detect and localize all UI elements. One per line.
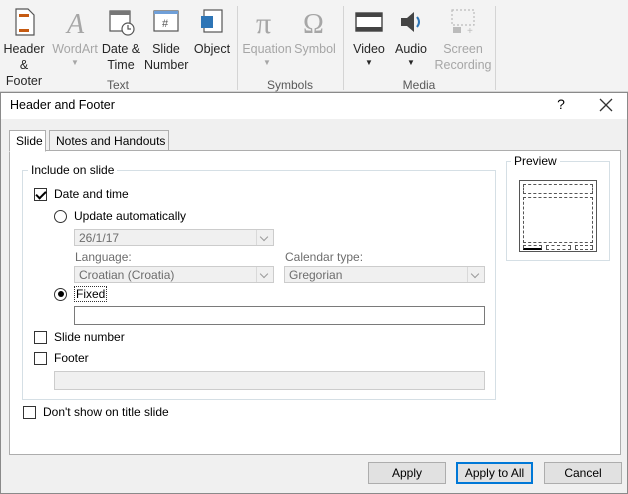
apply-button[interactable]: Apply bbox=[368, 462, 446, 484]
date-format-select[interactable]: 26/1/17 bbox=[74, 229, 274, 246]
object-label: Object bbox=[193, 42, 231, 56]
date-time-checkbox[interactable] bbox=[34, 187, 47, 201]
text-group-label: Text bbox=[106, 78, 129, 92]
group-divider bbox=[495, 6, 496, 90]
date-time-checkbox-label: Date and time bbox=[54, 187, 129, 201]
svg-text:Ω: Ω bbox=[303, 9, 324, 38]
dont-show-title-label: Don't show on title slide bbox=[43, 405, 169, 419]
slide-tab-panel: Include on slide Date and time Update au… bbox=[9, 150, 621, 455]
screen-recording-label: Screen Recording bbox=[434, 42, 492, 72]
close-icon[interactable] bbox=[597, 96, 615, 114]
language-select[interactable]: Croatian (Croatia) bbox=[74, 266, 274, 283]
preview-number-placeholder bbox=[575, 245, 593, 250]
object-icon bbox=[201, 9, 223, 33]
omega-icon: Ω bbox=[303, 9, 324, 38]
footer-text-input[interactable] bbox=[54, 371, 485, 390]
wordart-icon: A bbox=[65, 9, 85, 38]
fixed-radio-label: Fixed bbox=[74, 286, 108, 302]
date-time-label: Date & Time bbox=[101, 42, 141, 72]
screen-recording-icon: + bbox=[451, 9, 475, 37]
preview-date-placeholder bbox=[523, 245, 542, 250]
preview-footer-placeholder bbox=[546, 245, 571, 250]
wordart-label: WordArt bbox=[52, 42, 98, 56]
slide-number-checkbox-label: Slide number bbox=[54, 330, 125, 344]
chevron-down-icon: ▼ bbox=[365, 58, 373, 67]
video-button[interactable]: Video ▼ bbox=[348, 6, 390, 67]
slide-number-icon: # bbox=[153, 10, 179, 32]
dialog-titlebar: Header and Footer ? bbox=[1, 93, 627, 119]
svg-text:A: A bbox=[65, 9, 85, 38]
include-on-slide-group: Include on slide Date and time Update au… bbox=[22, 163, 496, 400]
svg-text:#: # bbox=[162, 18, 169, 30]
calendar-type-value: Gregorian bbox=[289, 268, 343, 282]
svg-text:π: π bbox=[256, 7, 271, 38]
chevron-down-icon bbox=[256, 267, 273, 282]
ribbon: Header & Footer A WordArt ▼ Date & Time … bbox=[0, 0, 628, 92]
header-footer-dialog: Header and Footer ? Slide Notes and Hand… bbox=[0, 92, 628, 494]
update-auto-radio-row[interactable]: Update automatically bbox=[54, 209, 186, 223]
header-footer-icon bbox=[15, 8, 35, 36]
apply-to-all-button[interactable]: Apply to All bbox=[456, 462, 533, 484]
chevron-down-icon bbox=[256, 230, 273, 245]
equation-button[interactable]: π Equation ▼ bbox=[242, 6, 292, 67]
slide-number-checkbox[interactable] bbox=[34, 330, 47, 344]
svg-text:+: + bbox=[467, 26, 473, 37]
fixed-radio[interactable] bbox=[54, 287, 67, 301]
fixed-radio-row[interactable]: Fixed bbox=[54, 286, 108, 302]
footer-checkbox[interactable] bbox=[34, 351, 47, 365]
film-icon bbox=[355, 12, 383, 32]
header-footer-button[interactable]: Header & Footer bbox=[2, 6, 46, 89]
preview-title-placeholder bbox=[523, 184, 593, 194]
date-format-value: 26/1/17 bbox=[79, 231, 120, 245]
pi-icon: π bbox=[256, 7, 271, 38]
preview-box: Preview bbox=[506, 154, 610, 261]
screen-recording-button[interactable]: + Screen Recording bbox=[434, 6, 492, 73]
slide-number-checkbox-row[interactable]: Slide number bbox=[34, 330, 125, 344]
include-group-title: Include on slide bbox=[28, 163, 118, 177]
language-label: Language: bbox=[75, 250, 132, 264]
cancel-button[interactable]: Cancel bbox=[544, 462, 622, 484]
tab-notes-handouts[interactable]: Notes and Handouts bbox=[49, 130, 169, 151]
dialog-title: Header and Footer bbox=[10, 98, 115, 112]
update-auto-radio[interactable] bbox=[54, 209, 67, 223]
calendar-type-select[interactable]: Gregorian bbox=[284, 266, 485, 283]
object-button[interactable]: Object bbox=[192, 6, 232, 57]
wordart-button[interactable]: A WordArt ▼ bbox=[50, 6, 100, 67]
chevron-down-icon: ▼ bbox=[407, 58, 415, 67]
slide-preview-thumbnail bbox=[519, 180, 597, 252]
media-group-label: Media bbox=[402, 78, 436, 92]
preview-body-placeholder bbox=[523, 197, 593, 243]
dont-show-title-checkbox[interactable] bbox=[23, 405, 36, 419]
calendar-type-label: Calendar type: bbox=[285, 250, 364, 264]
chevron-down-icon: ▼ bbox=[71, 58, 79, 67]
slide-number-label: Slide Number bbox=[144, 42, 189, 72]
language-value: Croatian (Croatia) bbox=[79, 268, 175, 282]
chevron-down-icon bbox=[467, 267, 484, 282]
footer-checkbox-label: Footer bbox=[54, 351, 89, 365]
symbol-button[interactable]: Ω Symbol bbox=[292, 6, 338, 57]
audio-label: Audio bbox=[395, 42, 427, 56]
tab-slide[interactable]: Slide bbox=[9, 130, 46, 152]
date-time-checkbox-row[interactable]: Date and time bbox=[34, 187, 129, 201]
video-label: Video bbox=[353, 42, 385, 56]
chevron-down-icon: ▼ bbox=[263, 58, 271, 67]
symbols-group-label: Symbols bbox=[266, 78, 313, 92]
fixed-date-input[interactable] bbox=[74, 306, 485, 325]
footer-checkbox-row[interactable]: Footer bbox=[34, 351, 89, 365]
symbol-label: Symbol bbox=[294, 42, 336, 56]
calendar-icon bbox=[109, 10, 135, 36]
help-button[interactable]: ? bbox=[554, 96, 568, 114]
date-time-button[interactable]: Date & Time bbox=[100, 6, 142, 73]
update-auto-radio-label: Update automatically bbox=[74, 209, 187, 223]
speaker-icon bbox=[401, 12, 420, 32]
dont-show-title-row[interactable]: Don't show on title slide bbox=[23, 405, 169, 419]
slide-number-button[interactable]: # Slide Number bbox=[144, 6, 188, 73]
equation-label: Equation bbox=[242, 42, 292, 56]
audio-button[interactable]: Audio ▼ bbox=[390, 6, 432, 67]
preview-title: Preview bbox=[511, 154, 560, 168]
